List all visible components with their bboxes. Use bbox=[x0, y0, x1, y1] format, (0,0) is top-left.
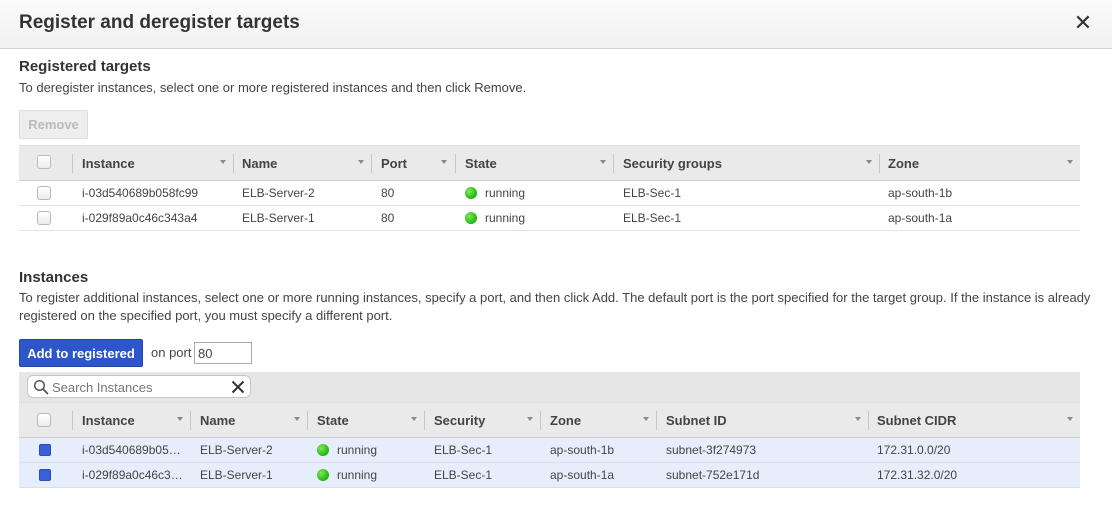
sort-caret-icon[interactable] bbox=[358, 160, 364, 164]
row-checkbox[interactable] bbox=[37, 211, 51, 225]
sort-caret-icon[interactable] bbox=[441, 160, 447, 164]
row-checkbox[interactable] bbox=[39, 444, 51, 456]
security-group: ELB-Sec-1 bbox=[623, 211, 682, 225]
column-header-zone[interactable]: Zone bbox=[888, 146, 919, 181]
security-group: ELB-Sec-1 bbox=[434, 468, 493, 482]
sort-caret-icon[interactable] bbox=[294, 417, 300, 421]
select-all-checkbox[interactable] bbox=[37, 413, 51, 427]
row-checkbox[interactable] bbox=[39, 469, 51, 481]
column-header-state[interactable]: State bbox=[465, 146, 497, 181]
zone: ap-south-1a bbox=[550, 468, 615, 482]
column-header-port[interactable]: Port bbox=[381, 146, 407, 181]
instance-id: i-03d540689b058fc99 bbox=[82, 186, 199, 200]
subnet-id: subnet-752e171d bbox=[666, 468, 760, 482]
security-group: ELB-Sec-1 bbox=[623, 186, 682, 200]
instance-name: ELB-Server-1 bbox=[242, 211, 315, 225]
registered-targets-description: To deregister instances, select one or m… bbox=[19, 80, 527, 95]
instances-description-line2: registered on the specified port, you mu… bbox=[19, 308, 393, 323]
add-to-registered-button[interactable]: Add to registered bbox=[19, 339, 143, 367]
column-header-instance[interactable]: Instance bbox=[82, 146, 135, 181]
subnet-id: subnet-3f274973 bbox=[666, 443, 757, 457]
instance-id: i-029f89a0c46c343a4 bbox=[82, 211, 198, 225]
sort-caret-icon[interactable] bbox=[866, 160, 872, 164]
dialog-header: Register and deregister targets ✕ bbox=[0, 0, 1112, 49]
state-text: running bbox=[485, 186, 526, 200]
column-header-name[interactable]: Name bbox=[200, 403, 235, 438]
port-value: 80 bbox=[381, 211, 395, 225]
column-header-subnet-cidr[interactable]: Subnet CIDR bbox=[877, 403, 956, 438]
column-header-subnet-id[interactable]: Subnet ID bbox=[666, 403, 727, 438]
sort-caret-icon[interactable] bbox=[1067, 417, 1073, 421]
zone: ap-south-1b bbox=[888, 186, 953, 200]
port-value: 80 bbox=[381, 186, 395, 200]
subnet-cidr: 172.31.0.0/20 bbox=[877, 443, 951, 457]
select-all-checkbox[interactable] bbox=[37, 155, 51, 169]
sort-caret-icon[interactable] bbox=[220, 160, 226, 164]
sort-caret-icon[interactable] bbox=[1067, 160, 1073, 164]
instances-description-line1: To register additional instances, select… bbox=[19, 290, 1091, 305]
dialog-title: Register and deregister targets bbox=[19, 12, 300, 33]
column-header-instance[interactable]: Instance bbox=[82, 403, 135, 438]
state-text: running bbox=[337, 468, 378, 482]
column-header-state[interactable]: State bbox=[317, 403, 349, 438]
state-text: running bbox=[485, 211, 526, 225]
running-status-icon bbox=[317, 444, 329, 456]
sort-caret-icon[interactable] bbox=[855, 417, 861, 421]
instances-table: Instance Name State Security Zone Subnet… bbox=[19, 402, 1080, 488]
state-cell: running bbox=[317, 438, 377, 462]
sort-caret-icon[interactable] bbox=[177, 417, 183, 421]
state-cell: running bbox=[465, 206, 525, 230]
sort-caret-icon[interactable] bbox=[600, 160, 606, 164]
zone: ap-south-1a bbox=[888, 211, 953, 225]
instance-id: i-029f89a0c46c3… bbox=[82, 468, 183, 482]
sort-caret-icon[interactable] bbox=[527, 417, 533, 421]
registered-targets-table: Instance Name Port State Security groups… bbox=[19, 145, 1080, 231]
instance-name: ELB-Server-2 bbox=[242, 186, 315, 200]
port-label: on port bbox=[151, 345, 192, 360]
table-row[interactable]: i-03d540689b05… ELB-Server-2 running ELB… bbox=[19, 438, 1080, 463]
column-header-security[interactable]: Security bbox=[434, 403, 485, 438]
instance-id: i-03d540689b05… bbox=[82, 443, 181, 457]
running-status-icon bbox=[465, 187, 477, 199]
zone: ap-south-1b bbox=[550, 443, 615, 457]
row-checkbox[interactable] bbox=[37, 186, 51, 200]
column-header-name[interactable]: Name bbox=[242, 146, 277, 181]
registered-targets-title: Registered targets bbox=[19, 58, 151, 75]
search-icon bbox=[33, 379, 49, 395]
instance-name: ELB-Server-2 bbox=[200, 443, 273, 457]
registered-table-header: Instance Name Port State Security groups… bbox=[19, 145, 1080, 181]
state-cell: running bbox=[465, 181, 525, 205]
instances-title: Instances bbox=[19, 269, 89, 286]
remove-button[interactable]: Remove bbox=[19, 110, 88, 139]
column-header-security-groups[interactable]: Security groups bbox=[623, 146, 722, 181]
subnet-cidr: 172.31.32.0/20 bbox=[877, 468, 958, 482]
instance-name: ELB-Server-1 bbox=[200, 468, 273, 482]
instances-table-header: Instance Name State Security Zone Subnet… bbox=[19, 402, 1080, 438]
clear-search-icon[interactable] bbox=[230, 379, 246, 395]
sort-caret-icon[interactable] bbox=[411, 417, 417, 421]
search-input[interactable] bbox=[50, 378, 225, 396]
table-row[interactable]: i-029f89a0c46c343a4 ELB-Server-1 80 runn… bbox=[19, 206, 1080, 231]
security-group: ELB-Sec-1 bbox=[434, 443, 493, 457]
table-row[interactable]: i-029f89a0c46c3… ELB-Server-1 running EL… bbox=[19, 463, 1080, 488]
state-cell: running bbox=[317, 463, 377, 487]
column-header-zone[interactable]: Zone bbox=[550, 403, 581, 438]
search-box[interactable] bbox=[27, 375, 251, 398]
sort-caret-icon[interactable] bbox=[643, 417, 649, 421]
state-text: running bbox=[337, 443, 378, 457]
running-status-icon bbox=[465, 212, 477, 224]
close-icon[interactable]: ✕ bbox=[1072, 12, 1094, 34]
port-input[interactable] bbox=[194, 342, 252, 364]
table-row[interactable]: i-03d540689b058fc99 ELB-Server-2 80 runn… bbox=[19, 181, 1080, 206]
running-status-icon bbox=[317, 469, 329, 481]
